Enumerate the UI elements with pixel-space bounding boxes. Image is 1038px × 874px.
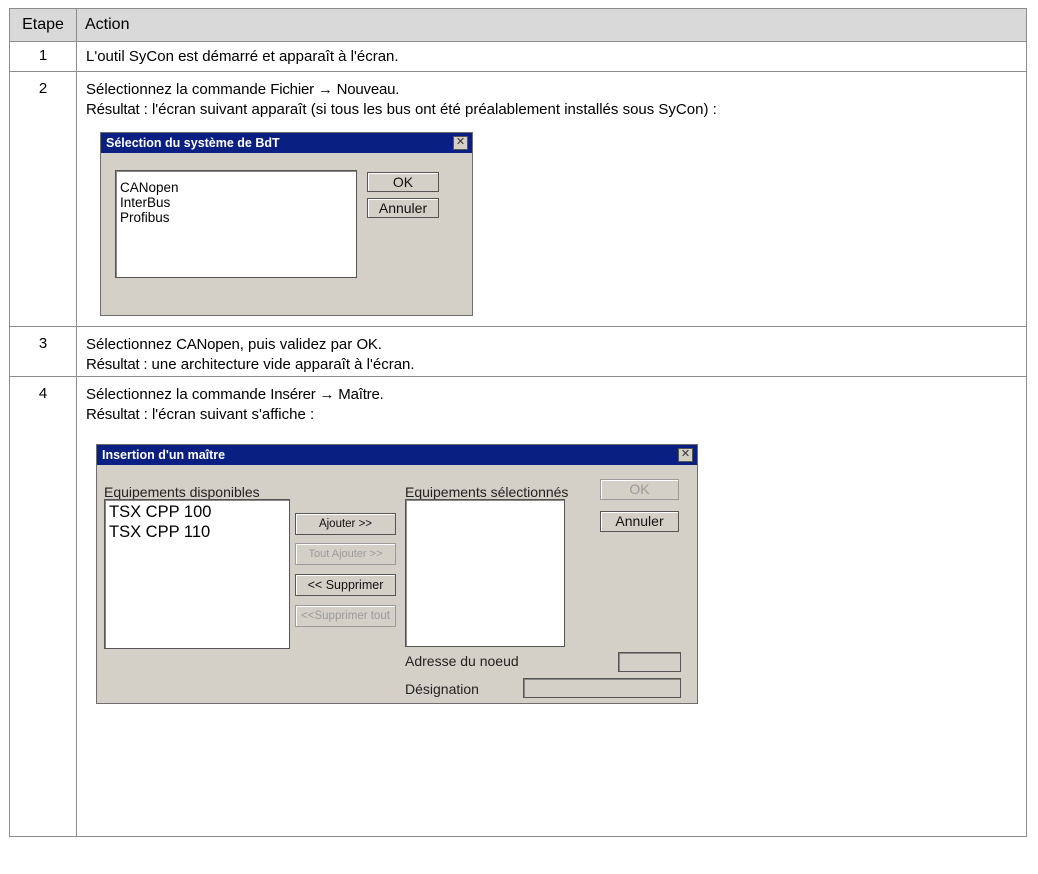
add-all-button[interactable]: Tout Ajouter >> [295, 543, 396, 565]
step-number: 2 [9, 71, 77, 327]
ok-button[interactable]: OK [367, 172, 439, 192]
step-action: Sélectionnez la commande Insérer → Maîtr… [76, 376, 1027, 837]
instruction-line: Sélectionnez CANopen, puis validez par O… [86, 336, 382, 353]
table-row: 2 Sélectionnez la commande Fichier → Nou… [9, 71, 1027, 327]
remove-all-button[interactable]: <<Supprimer tout [295, 605, 396, 627]
result-label: Résultat : [86, 356, 148, 373]
close-icon[interactable]: ✕ [678, 448, 693, 462]
procedure-table: Etape Action 1 L'outil SyCon est démarré… [9, 8, 1027, 837]
cancel-button[interactable]: Annuler [600, 511, 679, 532]
result-label: Résultat [86, 406, 140, 423]
step-number: 3 [9, 326, 77, 377]
page: Etape Action 1 L'outil SyCon est démarré… [0, 0, 1038, 874]
available-devices-list[interactable]: TSX CPP 100 TSX CPP 110 [104, 499, 290, 649]
table-row: 4 Sélectionnez la commande Insérer → Maî… [9, 376, 1027, 837]
instruction-line: Sélectionnez la commande Insérer → Maîtr… [86, 386, 384, 403]
result-label: Résultat [86, 101, 140, 118]
step-text: L'outil SyCon est démarré et apparaît à … [86, 48, 399, 65]
close-icon[interactable]: ✕ [453, 136, 468, 150]
step-number: 1 [9, 41, 77, 72]
menu-command: Fichier → Nouveau [270, 81, 396, 98]
list-item[interactable]: Profibus [116, 210, 356, 225]
step-number: 4 [9, 376, 77, 837]
bus-list[interactable]: CANopen InterBus Profibus [115, 170, 357, 278]
node-address-label: Adresse du noeud [405, 653, 519, 669]
cancel-button[interactable]: Annuler [367, 198, 439, 218]
dialog-titlebar: Sélection du système de BdT ✕ [101, 133, 472, 153]
node-address-field[interactable] [618, 652, 681, 672]
list-item[interactable]: TSX CPP 100 [105, 502, 289, 522]
option-name: CANopen [176, 336, 240, 353]
remove-button[interactable]: << Supprimer [295, 574, 396, 596]
dialog-titlebar: Insertion d'un maître ✕ [97, 445, 697, 465]
table-row: 1 L'outil SyCon est démarré et apparaît … [9, 41, 1027, 72]
list-item[interactable]: InterBus [116, 195, 356, 210]
menu-command: Insérer → Maître [270, 386, 380, 403]
header-step: Etape [9, 8, 77, 42]
dialog-title: Insertion d'un maître [102, 448, 226, 462]
instruction-line: Sélectionnez la commande Fichier → Nouve… [86, 81, 400, 98]
list-item[interactable]: TSX CPP 110 [105, 522, 289, 542]
table-row: 3 Sélectionnez CANopen, puis validez par… [9, 326, 1027, 377]
insert-master-dialog: Insertion d'un maître ✕ Equipements disp… [96, 444, 698, 704]
ok-button[interactable]: OK [600, 479, 679, 500]
dialog-title: Sélection du système de BdT [106, 136, 280, 150]
designation-label: Désignation [405, 681, 479, 697]
add-button[interactable]: Ajouter >> [295, 513, 396, 535]
result-line: Résultat : une architecture vide apparaî… [86, 356, 415, 373]
list-item[interactable]: CANopen [116, 180, 356, 195]
result-line: Résultat : l'écran suivant s'affiche : [86, 406, 315, 423]
header-action: Action [76, 8, 1027, 42]
designation-field[interactable] [523, 678, 681, 698]
button-name: OK [356, 336, 378, 353]
step-action: Sélectionnez la commande Fichier → Nouve… [76, 71, 1027, 327]
table-header-row: Etape Action [9, 8, 1027, 42]
result-line: Résultat : l'écran suivant apparaît (si … [86, 101, 717, 118]
step-action: L'outil SyCon est démarré et apparaît à … [76, 41, 1027, 72]
step-action: Sélectionnez CANopen, puis validez par O… [76, 326, 1027, 377]
selected-devices-list[interactable] [405, 499, 565, 647]
bus-system-dialog: Sélection du système de BdT ✕ CANopen In… [100, 132, 473, 316]
